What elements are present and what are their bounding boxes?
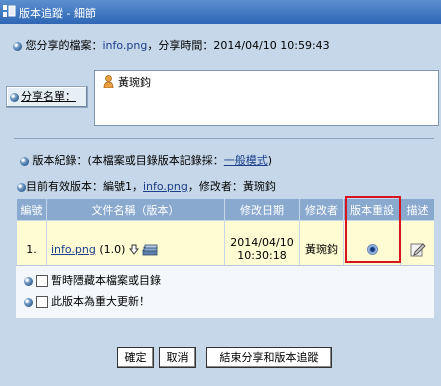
current-version-suffix: ，修改者：黃琬鈞: [187, 180, 276, 193]
bullet-icon: [13, 41, 22, 51]
bullet-icon: [17, 182, 26, 192]
col-header-number: 編號: [16, 198, 47, 221]
version-record-text: 版本紀錄：(本檔案或目錄版本記錄採：: [32, 154, 224, 167]
bullet-icon: [24, 276, 33, 286]
version-reset-radio[interactable]: [366, 244, 378, 255]
hide-checkbox[interactable]: [36, 275, 48, 287]
confirm-button[interactable]: 確定: [117, 347, 154, 368]
share-list-box[interactable]: 黃琬鈞: [94, 70, 439, 126]
shared-file-info: 您分享的檔案：info.png，分享時間：2014/04/10 10:59:43: [13, 37, 330, 53]
col-header-filename: 文件名稱（版本）: [46, 198, 225, 221]
row-date: 2014/04/10: [230, 236, 294, 249]
current-version-file-link[interactable]: info.png: [143, 180, 188, 193]
bullet-icon: [20, 156, 29, 166]
edit-description-icon[interactable]: [410, 241, 426, 257]
col-header-modifier: 修改者: [299, 198, 344, 221]
col-header-reset: 版本重設: [343, 198, 401, 221]
version-record-suffix: ): [267, 154, 273, 167]
col-header-description: 描述: [400, 198, 435, 221]
col-header-date: 修改日期: [224, 198, 300, 221]
shared-file-label: 您分享的檔案：: [25, 39, 103, 52]
version-tracking-icon: [3, 5, 16, 17]
table-header-row: 編號 文件名稱（版本） 修改日期 修改者 版本重設 描述: [16, 198, 435, 221]
mode-link[interactable]: 一般模式: [224, 154, 268, 167]
download-icon[interactable]: [128, 244, 139, 255]
major-update-checkbox[interactable]: [36, 296, 48, 308]
option-hide-label: 暫時隱藏本檔案或目錄: [51, 274, 161, 287]
options-panel: 暫時隱藏本檔案或目錄 此版本為重大更新！: [16, 265, 434, 318]
bullet-icon: [24, 297, 33, 307]
share-list-label: 分享名單：: [21, 90, 76, 103]
shared-file-name: info.png: [102, 39, 148, 52]
end-share-button[interactable]: 結束分享和版本追蹤: [206, 347, 332, 368]
cancel-button[interactable]: 取消: [159, 347, 196, 368]
file-stack-icon[interactable]: [142, 244, 159, 256]
share-time-value: 2014/04/10 10:59:43: [213, 39, 330, 52]
row-file-link[interactable]: info.png: [51, 243, 96, 256]
window-title: 版本追蹤 - 細節: [19, 7, 96, 20]
share-member: 黃琬鈞: [118, 76, 151, 89]
bullet-icon: [10, 92, 19, 102]
title-bar: 版本追蹤 - 細節: [0, 0, 441, 24]
row-time: 10:30:18: [237, 249, 287, 262]
share-list-button[interactable]: 分享名單：: [6, 86, 88, 108]
share-time-label: ，分享時間：: [147, 39, 214, 52]
option-hide[interactable]: 暫時隱藏本檔案或目錄: [24, 272, 161, 288]
version-record-line: 版本紀錄：(本檔案或目錄版本記錄採：一般模式): [20, 152, 272, 168]
person-icon: [103, 75, 114, 88]
row-version: (1.0): [99, 242, 126, 256]
current-version-prefix: 目前有效版本：編號1，: [26, 180, 143, 193]
option-major-update[interactable]: 此版本為重大更新！: [24, 293, 150, 309]
option-major-update-label: 此版本為重大更新！: [51, 295, 150, 308]
current-version-line: 目前有效版本：編號1，info.png，修改者：黃琬鈞: [17, 178, 276, 194]
divider: [14, 138, 434, 139]
